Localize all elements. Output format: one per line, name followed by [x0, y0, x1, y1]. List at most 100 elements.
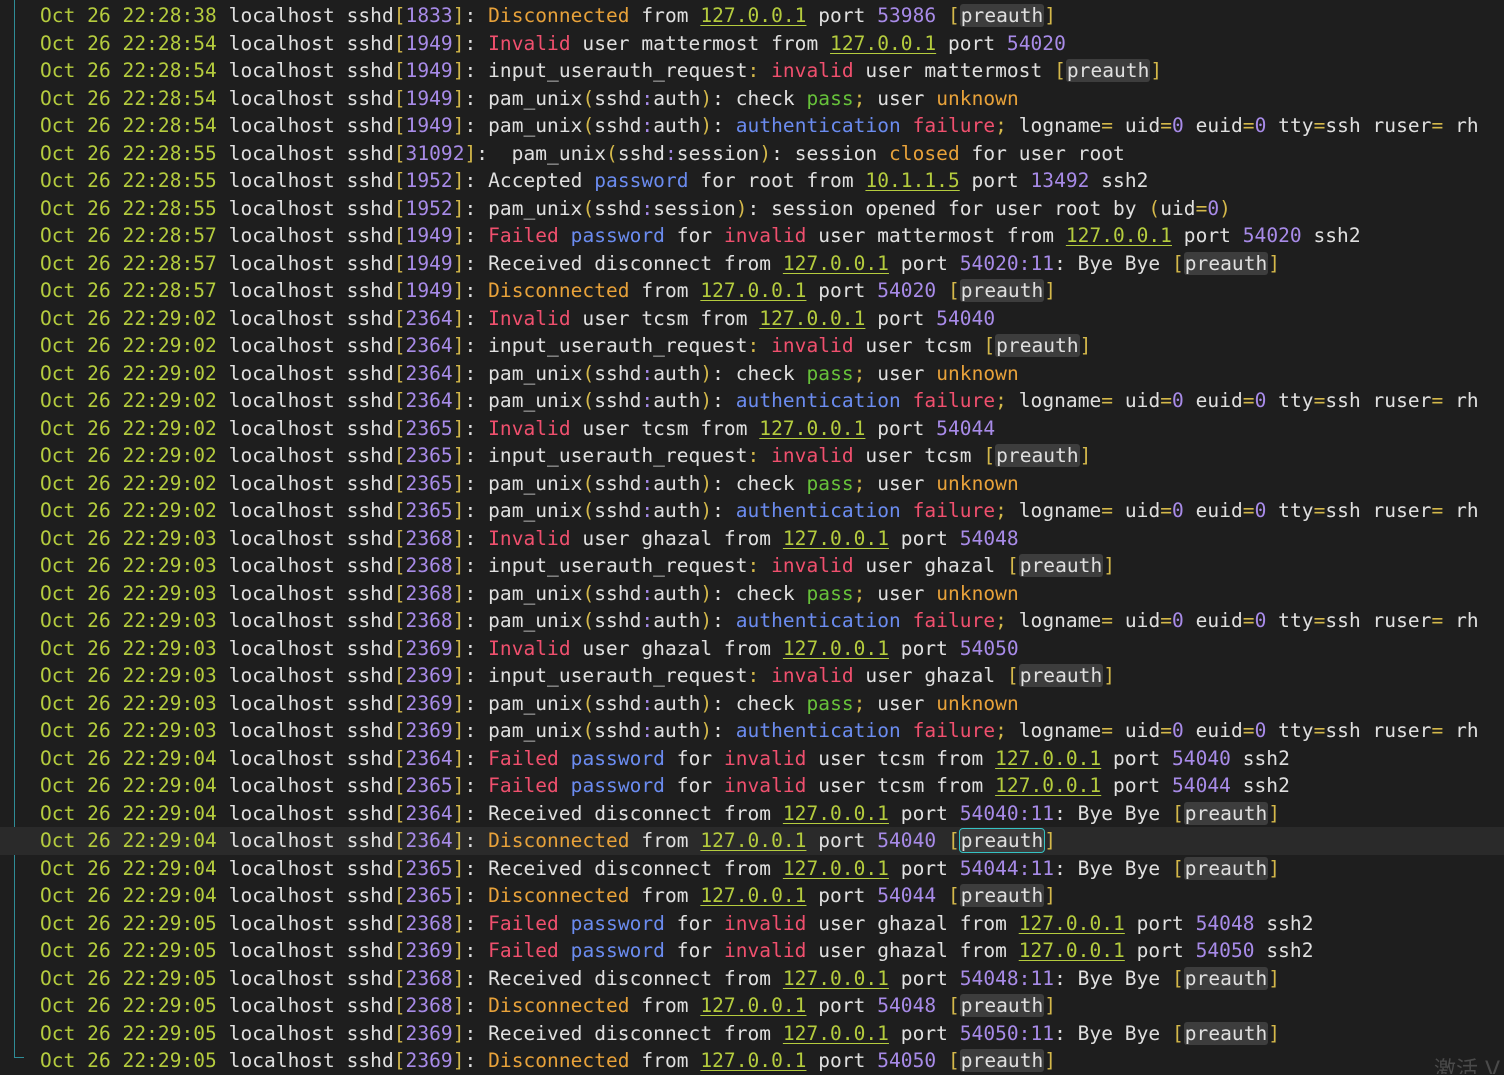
log-message-text: =: [1195, 196, 1208, 220]
log-line[interactable]: Oct 26 22:29:02 localhost sshd[2364]: pa…: [0, 360, 1504, 388]
log-message-text: Received disconnect from: [488, 1021, 783, 1045]
log-line[interactable]: Oct 26 22:29:05 localhost sshd[2368]: Re…: [0, 965, 1504, 993]
log-message-text: user tcsm: [853, 334, 984, 357]
warning-keyword: unknown: [936, 581, 1019, 605]
log-message-text: =: [1313, 499, 1326, 522]
log-line[interactable]: Oct 26 22:29:03 localhost sshd[2368]: In…: [0, 525, 1504, 553]
log-line[interactable]: Oct 26 22:29:05 localhost sshd[2369]: Re…: [0, 1020, 1504, 1048]
log-line[interactable]: Oct 26 22:29:03 localhost sshd[2368]: in…: [0, 552, 1504, 580]
log-message-text: =: [1101, 114, 1114, 137]
log-line[interactable]: Oct 26 22:29:02 localhost sshd[2365]: in…: [0, 442, 1504, 470]
ip-address: 127.0.0.1: [782, 801, 889, 825]
log-process: sshd: [346, 416, 394, 440]
log-message-text: sshd: [594, 609, 642, 632]
log-message-text: [936, 4, 948, 27]
log-line[interactable]: Oct 26 22:29:05 localhost sshd[2368]: Di…: [0, 992, 1504, 1020]
numeric-value: 54040: [877, 829, 937, 852]
log-timestamp: Oct 26 22:29:02: [40, 444, 217, 467]
log-line[interactable]: Oct 26 22:29:02 localhost sshd[2364]: In…: [0, 305, 1504, 333]
separator: :: [464, 829, 489, 852]
log-line[interactable]: Oct 26 22:28:54 localhost sshd[1949]: pa…: [0, 85, 1504, 113]
info-keyword: password: [570, 911, 665, 935]
pid-close-bracket: ]: [452, 554, 465, 577]
log-line[interactable]: Oct 26 22:28:55 localhost sshd[31092]: p…: [0, 140, 1504, 168]
log-line-current[interactable]: Oct 26 22:29:04 localhost sshd[2364]: Di…: [0, 827, 1504, 855]
error-keyword: invalid: [723, 774, 807, 797]
log-message-text: Received disconnect from: [488, 251, 783, 275]
log-pid: 2365: [405, 774, 453, 797]
success-keyword: pass: [806, 581, 854, 605]
log-line[interactable]: Oct 26 22:29:02 localhost sshd[2365]: pa…: [0, 497, 1504, 525]
log-message-text: ): [700, 719, 713, 742]
log-pid: 1952: [405, 169, 453, 192]
log-line[interactable]: Oct 26 22:28:54 localhost sshd[1949]: in…: [0, 57, 1504, 85]
log-line[interactable]: Oct 26 22:28:57 localhost sshd[1949]: Re…: [0, 250, 1504, 278]
log-hostname: localhost: [228, 994, 335, 1017]
log-message-text: sshd: [594, 86, 642, 110]
log-line[interactable]: Oct 26 22:28:55 localhost sshd[1952]: Ac…: [0, 167, 1504, 195]
log-line[interactable]: Oct 26 22:29:02 localhost sshd[2365]: In…: [0, 415, 1504, 443]
log-line[interactable]: Oct 26 22:29:03 localhost sshd[2369]: pa…: [0, 690, 1504, 718]
log-line[interactable]: Oct 26 22:29:05 localhost sshd[2369]: Fa…: [0, 937, 1504, 965]
log-line[interactable]: Oct 26 22:29:05 localhost sshd[2369]: Di…: [0, 1047, 1504, 1075]
log-message-text: :: [747, 664, 772, 687]
log-message-text: tty: [1266, 609, 1314, 632]
log-message-text: [: [1171, 251, 1184, 275]
log-message-text: auth: [653, 114, 701, 137]
log-line[interactable]: Oct 26 22:29:02 localhost sshd[2364]: pa…: [0, 387, 1504, 415]
log-line[interactable]: Oct 26 22:29:02 localhost sshd[2365]: pa…: [0, 470, 1504, 498]
log-timestamp: Oct 26 22:29:05: [40, 939, 217, 962]
separator: :: [464, 59, 489, 82]
warning-keyword: unknown: [936, 471, 1019, 495]
log-message-text: : Bye Bye: [1054, 251, 1172, 275]
log-message-text: logname: [1006, 114, 1102, 137]
log-message-text: [: [1006, 554, 1019, 577]
log-hostname: localhost: [228, 884, 335, 907]
numeric-value: 13492: [1030, 169, 1090, 192]
log-line[interactable]: Oct 26 22:29:04 localhost sshd[2365]: Di…: [0, 882, 1504, 910]
log-line[interactable]: Oct 26 22:28:55 localhost sshd[1952]: pa…: [0, 195, 1504, 223]
log-message-text: : Bye Bye: [1054, 1021, 1172, 1045]
log-line[interactable]: Oct 26 22:29:03 localhost sshd[2369]: In…: [0, 635, 1504, 663]
ip-address: 127.0.0.1: [782, 636, 889, 660]
log-line[interactable]: Oct 26 22:29:03 localhost sshd[2368]: pa…: [0, 580, 1504, 608]
preauth-tag: preauth: [1183, 1021, 1269, 1045]
log-line[interactable]: Oct 26 22:29:05 localhost sshd[2368]: Fa…: [0, 910, 1504, 938]
pid-open-bracket: [: [393, 1049, 406, 1072]
log-message-text: euid: [1183, 609, 1243, 632]
log-message-text: user ghazal from: [570, 636, 783, 660]
log-message-text: input_userauth_request: [488, 444, 748, 467]
log-line[interactable]: Oct 26 22:28:57 localhost sshd[1949]: Fa…: [0, 222, 1504, 250]
log-line[interactable]: Oct 26 22:28:54 localhost sshd[1949]: In…: [0, 30, 1504, 58]
pid-open-bracket: [: [393, 31, 406, 55]
ip-address: 127.0.0.1: [759, 306, 866, 330]
separator: :: [464, 361, 489, 385]
log-line[interactable]: Oct 26 22:28:38 localhost sshd[1833]: Di…: [0, 2, 1504, 30]
log-line[interactable]: Oct 26 22:29:04 localhost sshd[2365]: Fa…: [0, 772, 1504, 800]
log-message-text: =: [1160, 389, 1173, 412]
log-line[interactable]: Oct 26 22:29:03 localhost sshd[2369]: pa…: [0, 717, 1504, 745]
log-pid: 2364: [405, 801, 453, 825]
log-message-text: ): [700, 471, 713, 495]
log-line[interactable]: Oct 26 22:29:04 localhost sshd[2364]: Fa…: [0, 745, 1504, 773]
log-line[interactable]: Oct 26 22:29:04 localhost sshd[2364]: Re…: [0, 800, 1504, 828]
log-line[interactable]: Oct 26 22:29:02 localhost sshd[2364]: in…: [0, 332, 1504, 360]
log-line[interactable]: Oct 26 22:29:04 localhost sshd[2365]: Re…: [0, 855, 1504, 883]
separator: :: [464, 966, 489, 990]
log-timestamp: Oct 26 22:29:04: [40, 829, 217, 852]
log-line[interactable]: Oct 26 22:29:03 localhost sshd[2369]: in…: [0, 662, 1504, 690]
error-keyword: Failed: [488, 911, 559, 935]
log-line[interactable]: Oct 26 22:28:57 localhost sshd[1949]: Di…: [0, 277, 1504, 305]
log-message-text: rh: [1443, 719, 1479, 742]
log-line[interactable]: Oct 26 22:28:54 localhost sshd[1949]: pa…: [0, 112, 1504, 140]
log-timestamp: Oct 26 22:29:04: [40, 774, 217, 797]
log-message-text: input_userauth_request: [488, 59, 748, 82]
log-message-text: [936, 829, 948, 852]
log-viewer[interactable]: Oct 26 22:28:38 localhost sshd[1833]: Di…: [0, 2, 1504, 1075]
log-line[interactable]: Oct 26 22:29:03 localhost sshd[2368]: pa…: [0, 607, 1504, 635]
numeric-value: 54044: [877, 884, 937, 907]
separator: :: [464, 691, 489, 715]
